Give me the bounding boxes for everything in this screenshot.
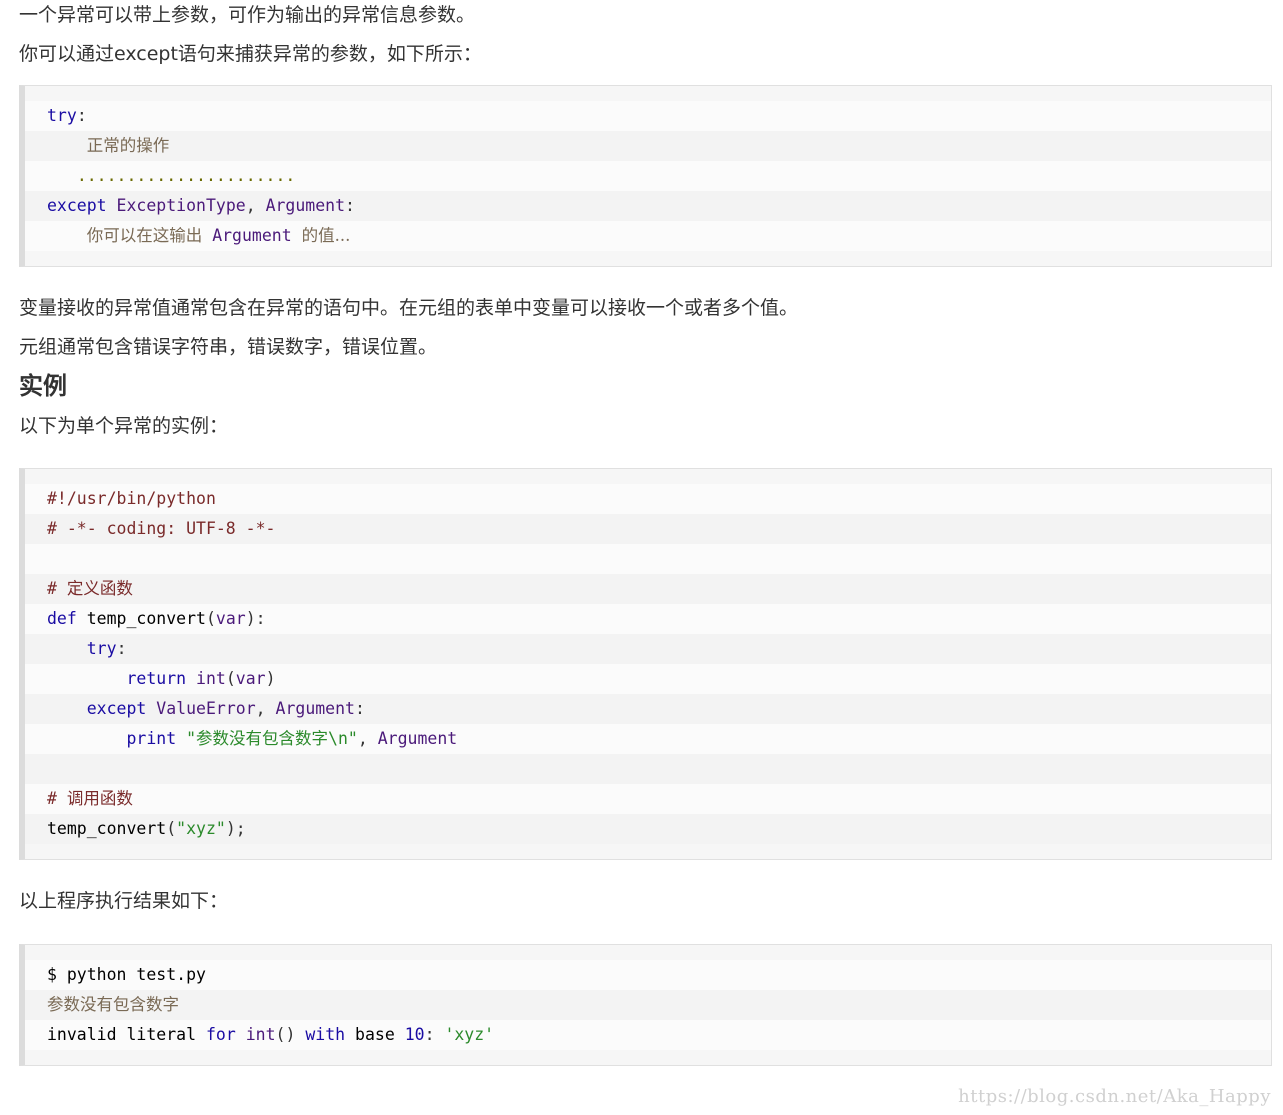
code-line: except ValueError, Argument: (25, 694, 1271, 724)
identifier: var (215, 609, 246, 628)
section-heading: 实例 (19, 372, 67, 400)
watermark: https://blog.csdn.net/Aka_Happy (958, 1086, 1271, 1107)
punctuation: ) (265, 669, 276, 688)
middle-line-1: 变量接收的异常值通常包含在异常的语句中。在元组的表单中变量可以接收一个或者多个值… (19, 297, 799, 319)
shell-command: $ python test.py (47, 965, 206, 984)
intro-line-1: 一个异常可以带上参数，可作为输出的异常信息参数。 (19, 4, 476, 26)
intro-line-2: 你可以通过except语句来捕获异常的参数，如下所示： (19, 43, 482, 65)
identifier: var (235, 669, 266, 688)
punctuation: : (116, 639, 127, 658)
code-line: temp_convert("xyz"); (25, 814, 1271, 844)
article-content: 一个异常可以带上参数，可作为输出的异常信息参数。 你可以通过except语句来捕… (19, 0, 1272, 1066)
punctuation: : (345, 196, 355, 215)
keyword: except (86, 699, 147, 718)
punctuation: , (245, 196, 266, 215)
code-line: def temp_convert(var): (25, 604, 1271, 634)
output-text: base (345, 1025, 405, 1044)
string-literal: "xyz" (176, 819, 226, 838)
comment-hash: # (47, 789, 67, 808)
string-text: 参数没有包含数字 (196, 729, 329, 748)
keyword: try (86, 639, 117, 658)
punctuation: , (255, 699, 276, 718)
string-quote: " (186, 729, 197, 748)
class-name: ValueError (156, 699, 256, 718)
code-line: invalid literal for int() with base 10: … (25, 1020, 1271, 1050)
string-quote: " (347, 729, 358, 748)
punctuation: : (76, 106, 87, 125)
keyword: except (47, 196, 107, 215)
punctuation: ( (205, 609, 216, 628)
identifier: Argument (275, 699, 355, 718)
punctuation: ( (166, 819, 177, 838)
ellipsis-dots: ...................... (76, 166, 296, 185)
code-line: $ python test.py (25, 960, 1271, 990)
keyword: with (305, 1025, 346, 1044)
code-block-try-except[interactable]: try: 正常的操作 ...................... except… (19, 85, 1272, 267)
shebang: #!/usr/bin/python (47, 489, 216, 508)
punctuation: ( (225, 669, 236, 688)
coding-comment: # -*- coding: UTF-8 -*- (47, 519, 276, 538)
code-line: except ExceptionType, Argument: (25, 191, 1271, 221)
code-line: 正常的操作 (25, 131, 1271, 161)
keyword: try (47, 106, 77, 125)
code-comment-text: 正常的操作 (86, 136, 170, 155)
keyword: print (126, 729, 177, 748)
code-line: #!/usr/bin/python (25, 484, 1271, 514)
function-name: temp_convert (86, 609, 206, 628)
punctuation: , (357, 729, 378, 748)
code-comment-text: 你可以在这输出 (86, 226, 203, 245)
punctuation: : (424, 1025, 445, 1044)
punctuation: ): (245, 609, 266, 628)
example-intro: 以下为单个异常的实例： (19, 415, 229, 437)
keyword: def (47, 609, 77, 628)
comment-hash: # (47, 579, 67, 598)
code-line: # 调用函数 (25, 784, 1271, 814)
comment-text: 定义函数 (66, 579, 133, 598)
code-line: try: (25, 634, 1271, 664)
output-text: invalid literal (47, 1025, 206, 1044)
code-line (25, 544, 1271, 574)
function-name: temp_convert (47, 819, 167, 838)
builtin: int (245, 1025, 276, 1044)
identifier: Argument (377, 729, 458, 748)
identifier: Argument (265, 196, 346, 215)
comment-text: 调用函数 (66, 789, 133, 808)
punctuation: : (355, 699, 365, 718)
code-line (25, 754, 1271, 784)
code-line: # -*- coding: UTF-8 -*- (25, 514, 1271, 544)
code-line: ...................... (25, 161, 1271, 191)
result-intro: 以上程序执行结果如下： (19, 890, 229, 912)
middle-line-2: 元组通常包含错误字符串，错误数字，错误位置。 (19, 336, 438, 358)
keyword: for (205, 1025, 236, 1044)
code-line: try: (25, 101, 1271, 131)
code-line: print "参数没有包含数字\n", Argument (25, 724, 1271, 754)
code-comment-text: 的值... (301, 226, 351, 245)
code-line: # 定义函数 (25, 574, 1271, 604)
string-literal: 'xyz' (444, 1025, 495, 1044)
code-line: 参数没有包含数字 (25, 990, 1271, 1020)
code-line: 你可以在这输出 Argument 的值... (25, 221, 1271, 251)
class-name: ExceptionType (116, 196, 246, 215)
builtin: int (196, 669, 226, 688)
identifier: Argument (212, 226, 292, 245)
punctuation: ); (225, 819, 246, 838)
number: 10 (404, 1025, 425, 1044)
code-block-example[interactable]: #!/usr/bin/python # -*- coding: UTF-8 -*… (19, 468, 1272, 860)
code-block-output[interactable]: $ python test.py 参数没有包含数字 invalid litera… (19, 944, 1272, 1066)
string-escape: \n (328, 729, 348, 748)
output-text: 参数没有包含数字 (47, 995, 179, 1014)
keyword: return (126, 669, 187, 688)
code-line: return int(var) (25, 664, 1271, 694)
punctuation: () (275, 1025, 306, 1044)
